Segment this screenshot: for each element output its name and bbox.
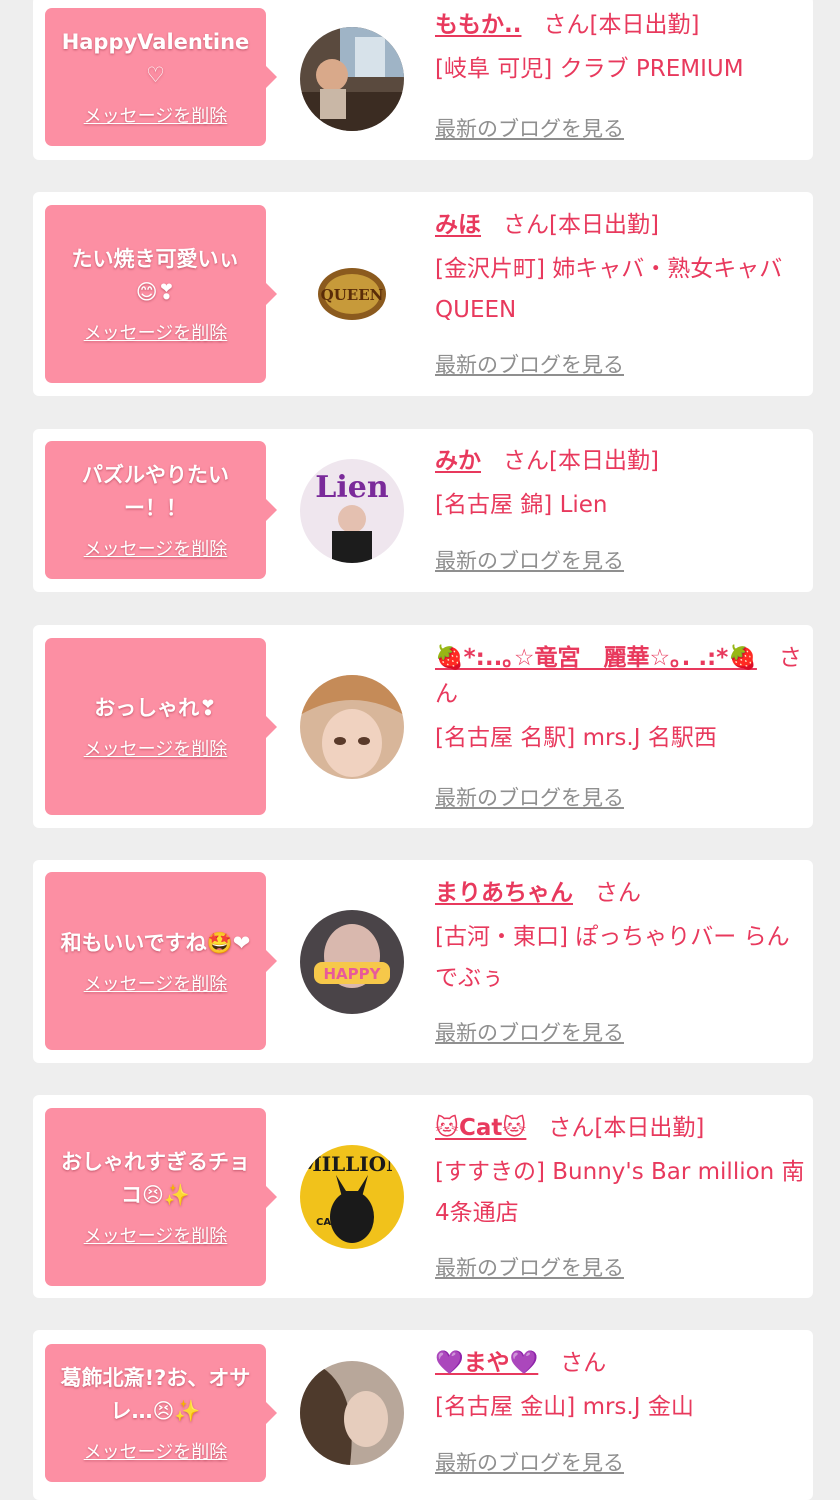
girl-card: おしゃれすぎるチョコ😣✨ メッセージを削除 MILLION CAT 🐱Cat🐱 さ… [33, 1095, 813, 1298]
shop-text: [岐阜 可児] クラブ PREMIUM [435, 56, 744, 82]
message-text: おしゃれすぎるチョコ😣✨ [61, 1150, 250, 1207]
status-text: さん[本日出勤] [503, 448, 659, 474]
card-info: 🍓*:..｡☆竜宮 麗華☆｡. .:*🍓 さん [名古屋 名駅] mrs.J 名駅… [435, 640, 805, 759]
latest-blog-link[interactable]: 最新のブログを見る [435, 1252, 624, 1282]
svg-text:MILLION: MILLION [300, 1152, 404, 1176]
lien-photo-icon: Lien [300, 459, 404, 563]
girl-name-link[interactable]: 💜まや💜 [435, 1350, 538, 1376]
girl-name-link[interactable]: 🐱Cat🐱 [435, 1115, 526, 1141]
svg-text:Lien: Lien [315, 470, 389, 505]
avatar[interactable] [300, 675, 404, 779]
latest-blog-link[interactable]: 最新のブログを見る [435, 1017, 624, 1047]
card-info: みほ さん[本日出勤] [金沢片町] 姉キャバ・熟女キャバ QUEEN [435, 207, 805, 331]
girl-name-link[interactable]: みか [435, 448, 481, 474]
latest-blog-link[interactable]: 最新のブログを見る [435, 545, 624, 575]
avatar[interactable]: HAPPY [300, 910, 404, 1014]
avatar[interactable]: MILLION CAT [300, 1145, 404, 1249]
svg-text:CAT: CAT [316, 1217, 337, 1228]
girl-card: 葛飾北斎!?お、オサレ…😣✨ メッセージを削除 💜まや💜 さん [名古屋 金山] … [33, 1330, 813, 1500]
girl-card: おっしゃれ❣ メッセージを削除 🍓*:..｡☆竜宮 麗華☆｡. .:*🍓 さん [… [33, 625, 813, 828]
svg-text:HAPPY: HAPPY [323, 965, 381, 983]
queen-logo-icon: QUEEN [300, 242, 404, 346]
avatar-photo-icon [300, 1361, 404, 1465]
card-info: 💜まや💜 さん [名古屋 金山] mrs.J 金山 [435, 1345, 805, 1428]
message-bubble: HappyValentine♡ メッセージを削除 [45, 8, 277, 146]
latest-blog-link[interactable]: 最新のブログを見る [435, 113, 624, 143]
card-info: 🐱Cat🐱 さん[本日出勤] [すすきの] Bunny's Bar million… [435, 1110, 805, 1234]
status-text: さん[本日出勤] [548, 1115, 705, 1141]
girl-card: HappyValentine♡ メッセージを削除 ももか.. さん[本日出勤] [… [33, 0, 813, 160]
million-cat-icon: MILLION CAT [300, 1145, 404, 1249]
shop-text: [すすきの] Bunny's Bar million 南4条通店 [435, 1159, 805, 1226]
shop-text: [金沢片町] 姉キャバ・熟女キャバ QUEEN [435, 256, 783, 323]
status-text: さん[本日出勤] [503, 212, 659, 238]
girl-name-link[interactable]: ももか.. [435, 12, 521, 38]
delete-message-link[interactable]: メッセージを削除 [84, 102, 228, 128]
shop-text: [名古屋 錦] Lien [435, 492, 608, 518]
shop-text: [名古屋 金山] mrs.J 金山 [435, 1394, 694, 1420]
avatar[interactable] [300, 27, 404, 131]
message-bubble: 葛飾北斎!?お、オサレ…😣✨ メッセージを削除 [45, 1344, 277, 1482]
avatar[interactable] [300, 1361, 404, 1465]
girl-name-link[interactable]: 🍓*:..｡☆竜宮 麗華☆｡. .:*🍓 [435, 645, 757, 671]
message-bubble: おっしゃれ❣ メッセージを削除 [45, 638, 277, 815]
delete-message-link[interactable]: メッセージを削除 [84, 970, 228, 996]
message-bubble: おしゃれすぎるチョコ😣✨ メッセージを削除 [45, 1108, 277, 1286]
status-text: さん [560, 1350, 607, 1376]
happy-photo-icon: HAPPY [300, 910, 404, 1014]
avatar-photo-icon [300, 27, 404, 131]
latest-blog-link[interactable]: 最新のブログを見る [435, 782, 624, 812]
girl-card: パズルやりたいー！！ メッセージを削除 Lien みか さん[本日出勤] [名古屋… [33, 429, 813, 592]
message-bubble: たい焼き可愛いぃ😊❣ メッセージを削除 [45, 205, 277, 383]
message-text: HappyValentine♡ [61, 30, 250, 87]
latest-blog-link[interactable]: 最新のブログを見る [435, 349, 624, 379]
message-text: パズルやりたいー！！ [82, 463, 229, 520]
status-text: さん [595, 880, 641, 906]
message-text: おっしゃれ❣ [94, 696, 217, 720]
delete-message-link[interactable]: メッセージを削除 [84, 735, 228, 761]
avatar-photo-icon [300, 675, 404, 779]
latest-blog-link[interactable]: 最新のブログを見る [435, 1447, 624, 1477]
card-info: みか さん[本日出勤] [名古屋 錦] Lien [435, 443, 805, 526]
message-text: 葛飾北斎!?お、オサレ…😣✨ [60, 1366, 251, 1423]
card-info: ももか.. さん[本日出勤] [岐阜 可児] クラブ PREMIUM [435, 7, 805, 90]
girl-card: たい焼き可愛いぃ😊❣ メッセージを削除 QUEEN みほ さん[本日出勤] [金沢… [33, 192, 813, 396]
delete-message-link[interactable]: メッセージを削除 [84, 535, 228, 561]
shop-text: [名古屋 名駅] mrs.J 名駅西 [435, 725, 717, 751]
girl-card: 和もいいですね🤩❤ メッセージを削除 HAPPY まりあちゃん さん [古河・東口… [33, 860, 813, 1063]
avatar[interactable]: QUEEN [300, 242, 404, 346]
delete-message-link[interactable]: メッセージを削除 [84, 319, 228, 345]
message-text: 和もいいですね🤩❤ [60, 930, 251, 955]
delete-message-link[interactable]: メッセージを削除 [84, 1438, 228, 1464]
message-bubble: パズルやりたいー！！ メッセージを削除 [45, 441, 277, 579]
shop-text: [古河・東口] ぽっちゃりバー らんでぶぅ [435, 924, 790, 991]
avatar[interactable]: Lien [300, 459, 404, 563]
svg-text:QUEEN: QUEEN [321, 286, 384, 304]
message-text: たい焼き可愛いぃ😊❣ [71, 247, 240, 304]
girl-name-link[interactable]: みほ [435, 212, 481, 238]
message-bubble: 和もいいですね🤩❤ メッセージを削除 [45, 872, 277, 1050]
girl-name-link[interactable]: まりあちゃん [435, 880, 573, 906]
card-info: まりあちゃん さん [古河・東口] ぽっちゃりバー らんでぶぅ [435, 875, 805, 999]
status-text: さん[本日出勤] [543, 12, 700, 38]
delete-message-link[interactable]: メッセージを削除 [84, 1222, 228, 1248]
